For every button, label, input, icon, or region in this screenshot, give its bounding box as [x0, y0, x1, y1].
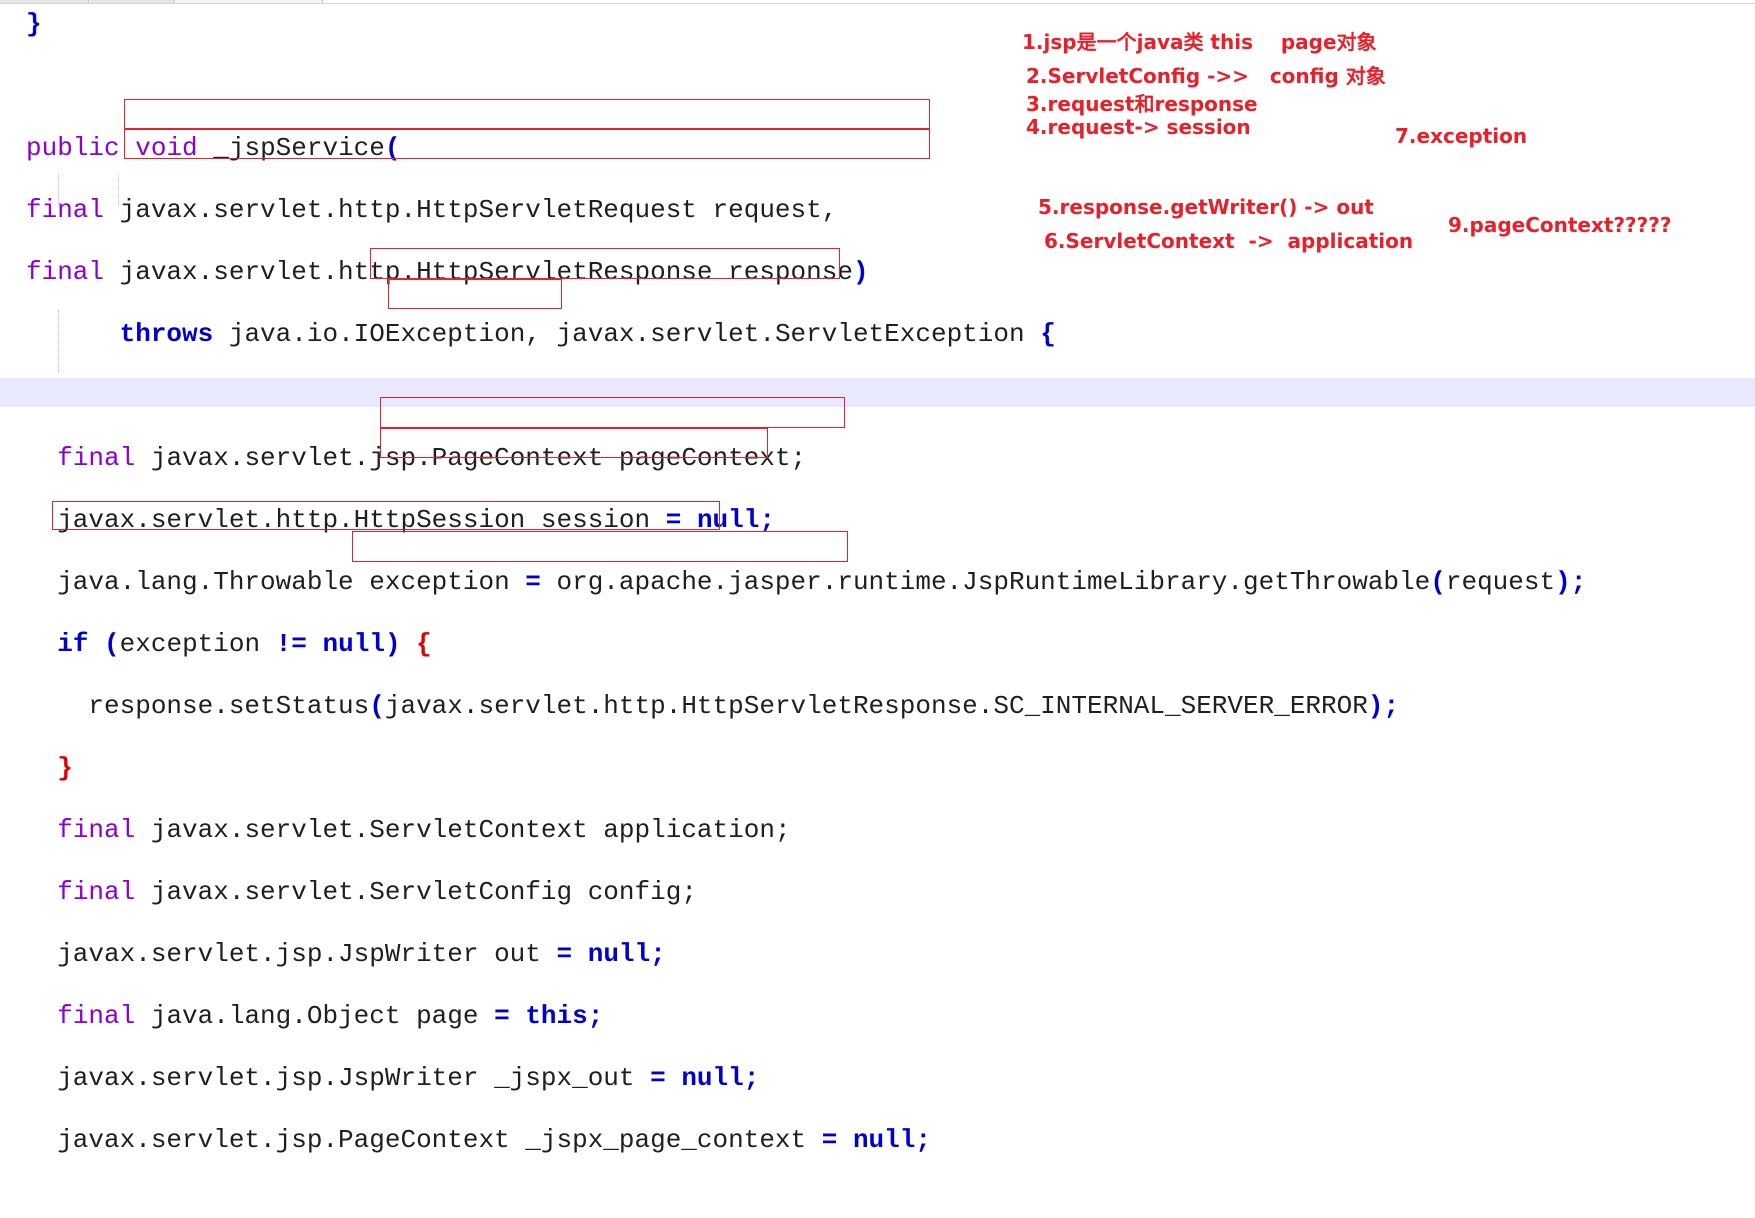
code-line: final javax.servlet.ServletConfig config…: [26, 877, 1586, 908]
highlight-box-application: [380, 397, 845, 428]
code-token: ;: [915, 1125, 931, 1155]
code-line: javax.servlet.jsp.JspWriter out = null;: [26, 939, 1586, 970]
annotation-note-1: 1.jsp是一个java类 this page对象: [1022, 30, 1377, 54]
code-token: javax.servlet.jsp.JspWriter out: [26, 939, 557, 969]
code-line: response.setStatus(javax.servlet.http.Ht…: [26, 691, 1586, 722]
highlight-box-exception: [388, 279, 562, 309]
operator-token: =: [525, 567, 541, 597]
code-line: }: [26, 753, 1586, 784]
code-token: (: [369, 691, 385, 721]
code-line: throws java.io.IOException, javax.servle…: [26, 319, 1586, 350]
annotation-note-5: 5.response.getWriter() -> out: [1038, 195, 1374, 219]
keyword-token: this: [525, 1001, 588, 1031]
code-line: if (exception != null) {: [26, 629, 1586, 660]
code-token: javax.servlet.ServletConfig config;: [135, 877, 697, 907]
code-editor[interactable]: } public void _jspService( final javax.s…: [0, 4, 1755, 1155]
code-line: java.lang.Throwable exception = org.apac…: [26, 567, 1586, 598]
code-token: javax.servlet.http.HttpServletRequest re…: [104, 195, 838, 225]
code-token: java.lang.Throwable exception: [26, 567, 526, 597]
operator-token: =: [556, 939, 573, 969]
code-token: ;: [650, 939, 666, 969]
code-token: }: [57, 753, 73, 783]
code-token: java.io.IOException, javax.servlet.Servl…: [213, 319, 1041, 349]
code-token: ;: [587, 1001, 604, 1031]
code-token: ): [1367, 691, 1384, 721]
annotation-note-2: 2.ServletConfig ->> config 对象: [1026, 64, 1386, 88]
keyword-token: public: [26, 133, 120, 163]
code-token: {: [416, 629, 432, 659]
code-token: }: [26, 9, 42, 39]
annotation-note-7: 7.exception: [1395, 124, 1528, 148]
keyword-token: final: [57, 443, 136, 473]
annotation-note-6: 6.ServletContext -> application: [1044, 229, 1414, 253]
keyword-token: final: [26, 257, 105, 287]
code-token: (: [104, 629, 120, 659]
code-token: ): [852, 257, 869, 287]
code-token: ;: [743, 1063, 760, 1093]
code-line: javax.servlet.jsp.PageContext _jspx_page…: [26, 1125, 1586, 1156]
highlight-box-request: [124, 99, 930, 129]
highlight-box-page: [52, 501, 720, 530]
code-token: {: [1040, 319, 1056, 349]
code-token: javax.servlet.jsp.JspWriter _jspx_out: [26, 1063, 651, 1093]
keyword-token: final: [57, 877, 136, 907]
code-line: javax.servlet.jsp.JspWriter _jspx_out = …: [26, 1063, 1586, 1094]
code-token: org.apache.jasper.runtime.JspRuntimeLibr…: [540, 567, 1431, 597]
keyword-token: throws: [119, 319, 214, 349]
highlight-box-response: [124, 129, 930, 159]
keyword-token: null: [322, 629, 385, 659]
annotation-note-3: 3.request和response: [1026, 92, 1258, 116]
code-token: (: [1430, 567, 1446, 597]
operator-token: =: [494, 1001, 510, 1031]
code-token: ;: [1383, 691, 1400, 721]
code-line: final javax.servlet.jsp.PageContext page…: [26, 443, 1586, 474]
code-token: request: [1445, 567, 1556, 597]
code-token: response.setStatus: [26, 691, 370, 721]
keyword-token: null: [587, 939, 651, 969]
keyword-token: null: [852, 1125, 916, 1155]
highlight-box-config: [380, 428, 768, 458]
code-line: final javax.servlet.ServletContext appli…: [26, 815, 1586, 846]
keyword-token: final: [57, 815, 136, 845]
code-token: ;: [1570, 567, 1587, 597]
code-token: ): [384, 629, 401, 659]
code-token: javax.servlet.http.HttpServletResponse.S…: [384, 691, 1368, 721]
operator-token: =: [650, 1063, 666, 1093]
operator-token: !=: [275, 629, 307, 659]
code-token: javax.servlet.jsp.PageContext _jspx_page…: [26, 1125, 822, 1155]
code-token: java.lang.Object page: [135, 1001, 495, 1031]
code-token: ): [1555, 567, 1571, 597]
keyword-token: null: [681, 1063, 744, 1093]
annotation-note-9: 9.pageContext?????: [1448, 213, 1672, 237]
keyword-token: final: [57, 1001, 136, 1031]
highlight-box-jspx-out: [352, 531, 848, 562]
keyword-token: final: [26, 195, 105, 225]
code-token: exception: [119, 629, 276, 659]
operator-token: =: [821, 1125, 838, 1155]
keyword-token: if: [57, 629, 89, 659]
highlight-box-session: [370, 248, 840, 279]
code-token: javax.servlet.ServletContext application…: [135, 815, 791, 845]
annotation-note-4: 4.request-> session: [1026, 115, 1251, 139]
code-block[interactable]: } public void _jspService( final javax.s…: [26, 9, 1586, 1218]
code-line: final java.lang.Object page = this;: [26, 1001, 1586, 1032]
